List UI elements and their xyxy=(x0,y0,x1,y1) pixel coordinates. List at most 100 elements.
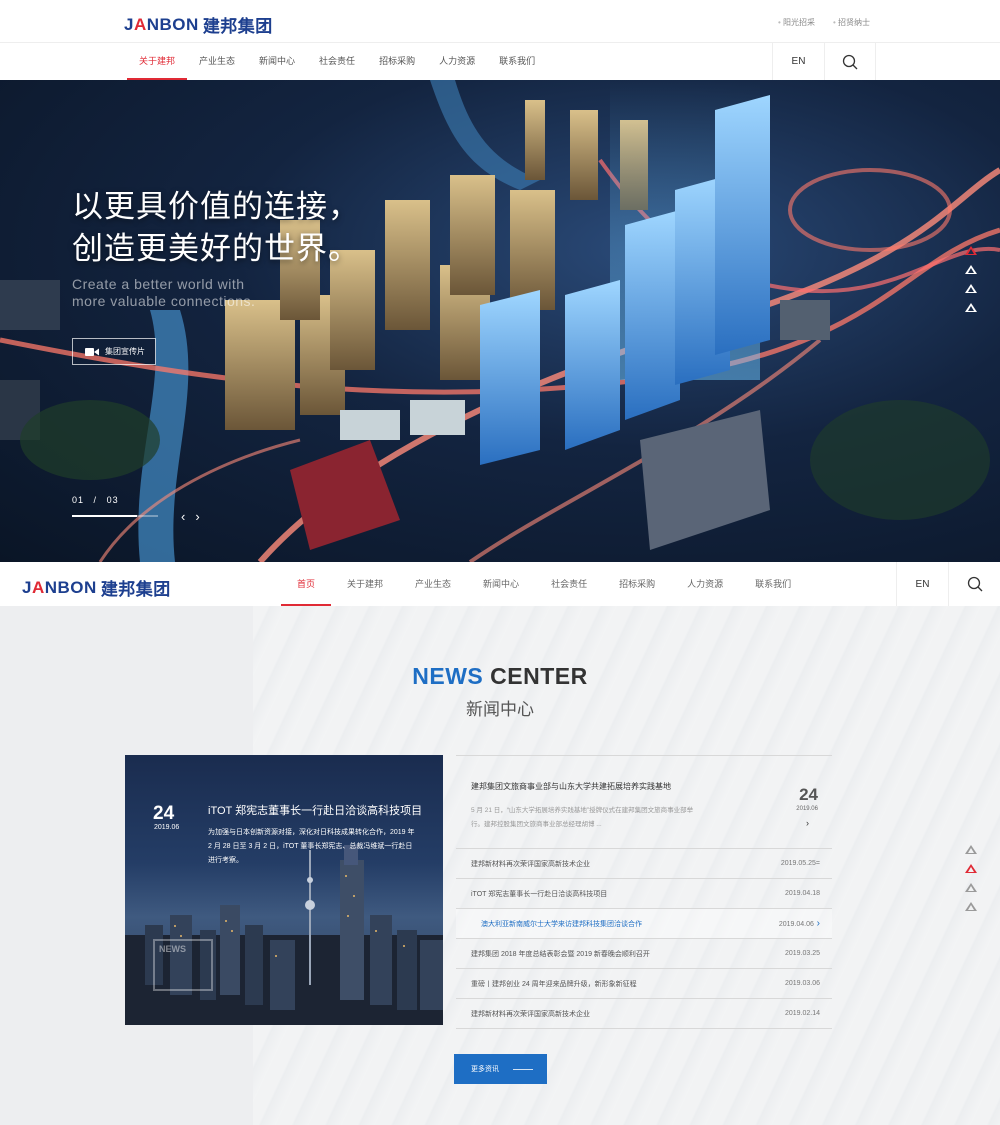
search-button-2[interactable] xyxy=(948,562,1000,606)
nav2-item-about[interactable]: 关于建邦 xyxy=(331,562,399,606)
nav-item-hr[interactable]: 人力资源 xyxy=(427,43,487,80)
nav2-item-industry[interactable]: 产业生态 xyxy=(399,562,467,606)
top-header: JANBON 建邦集团 阳光招采 招贤纳士 xyxy=(0,0,1000,43)
nav-item-tender[interactable]: 招标采购 xyxy=(367,43,427,80)
triangle-pager-icon[interactable] xyxy=(965,303,977,312)
news-list-item[interactable]: 建邦新材料再次荣评国家高新技术企业 2019.05.25= xyxy=(456,849,832,879)
news-item-date: 2019.04.06 xyxy=(779,918,820,929)
hero-subtitle-line-2: more valuable connections. xyxy=(72,293,256,309)
main-nav-bar: 关于建邦 产业生态 新闻中心 社会责任 招标采购 人力资源 联系我们 EN xyxy=(0,43,1000,80)
sticky-nav-tools: EN xyxy=(896,562,1000,606)
top-news-month: 2019.06 xyxy=(796,806,818,812)
hero-title-line-1: 以更具价值的连接， xyxy=(72,189,360,224)
triangle-pager-icon[interactable] xyxy=(965,845,977,854)
news-rows: 建邦新材料再次荣评国家高新技术企业 2019.05.25= iTOT 郑宪志董事长一… xyxy=(456,849,832,1029)
nav2-item-tender[interactable]: 招标采购 xyxy=(603,562,671,606)
news-list-item[interactable]: 重磅丨建邦创业 24 周年迎来品牌升级，新形象新征程 2019.03.06 xyxy=(456,969,832,999)
news-list-item[interactable]: 建邦集团 2018 年度总结表彰会暨 2019 新春晚会顺利召开 2019.03.… xyxy=(456,939,832,969)
sticky-header: JANBON 建邦集团 首页 关于建邦 产业生态 新闻中心 社会责任 招标采购 … xyxy=(0,562,1000,606)
news-section-pager xyxy=(965,845,977,911)
triangle-pager-icon[interactable] xyxy=(965,864,977,873)
slide-progress-fill xyxy=(72,515,137,517)
search-button[interactable] xyxy=(824,43,876,80)
triangle-pager-icon[interactable] xyxy=(965,902,977,911)
main-nav: 关于建邦 产业生态 新闻中心 社会责任 招标采购 人力资源 联系我们 xyxy=(127,43,547,80)
promo-video-label: 集团宣传片 xyxy=(105,347,145,356)
brand-logo-2[interactable]: JANBON 建邦集团 xyxy=(22,575,171,600)
hero-title: 以更具价值的连接， 创造更美好的世界。 xyxy=(72,186,360,270)
top-news-description: 5 月 21 日，“山东大学拓展培养实践基地”授牌仪式在建邦集团文旅商事业部举行… xyxy=(471,807,694,828)
hero-cityscape-image xyxy=(0,80,1000,562)
news-item-title[interactable]: iTOT 郑宪志董事长一行赴日洽谈高科技项目 xyxy=(471,889,607,899)
sticky-nav: 首页 关于建邦 产业生态 新闻中心 社会责任 招标采购 人力资源 联系我们 xyxy=(281,562,807,606)
news-item-date: 2019.03.06 xyxy=(784,980,820,987)
news-list: 建邦集团文旅商事业部与山东大学共建拓展培养实践基地 5 月 21 日，“山东大学… xyxy=(456,755,832,1029)
chevron-right-icon[interactable]: › xyxy=(806,818,809,828)
slide-separator: / xyxy=(93,495,98,505)
search-icon xyxy=(967,576,982,592)
news-badge-icon: NEWS xyxy=(153,939,213,991)
featured-news-month: 2019.06 xyxy=(154,824,180,831)
slide-total: 03 xyxy=(106,495,119,505)
slide-current: 01 xyxy=(72,495,85,505)
nav-item-about[interactable]: 关于建邦 xyxy=(127,43,188,80)
language-switch[interactable]: EN xyxy=(772,43,824,80)
nav-item-industry[interactable]: 产业生态 xyxy=(187,43,247,80)
news-list-item[interactable]: 澳大利亚新南威尔士大学来访建邦科技集团洽谈合作 2019.04.06 xyxy=(456,909,832,939)
utility-links: 阳光招采 招贤纳士 xyxy=(778,17,870,28)
triangle-pager-icon[interactable] xyxy=(965,284,977,293)
nav-tools: EN xyxy=(772,43,876,80)
hero-subtitle-line-1: Create a better world with xyxy=(72,276,245,292)
more-news-label: 更多资讯 xyxy=(471,1066,499,1073)
video-camera-icon xyxy=(85,347,99,356)
hero-subtitle: Create a better world with more valuable… xyxy=(72,276,255,310)
nav2-item-home[interactable]: 首页 xyxy=(281,562,332,606)
hero-title-line-2: 创造更美好的世界。 xyxy=(72,231,360,266)
triangle-pager-icon[interactable] xyxy=(965,246,977,255)
arrow-line-icon xyxy=(513,1068,533,1070)
language-switch-2[interactable]: EN xyxy=(896,562,948,606)
nav-item-contact[interactable]: 联系我们 xyxy=(487,43,547,80)
news-list-item[interactable]: iTOT 郑宪志董事长一行赴日洽谈高科技项目 2019.04.18 xyxy=(456,879,832,909)
news-item-date: 2019.05.25= xyxy=(780,860,820,867)
news-item-title[interactable]: 建邦集团 2018 年度总结表彰会暨 2019 新春晚会顺利召开 xyxy=(471,949,650,959)
triangle-pager-icon[interactable] xyxy=(965,265,977,274)
util-link-careers[interactable]: 招贤纳士 xyxy=(833,17,870,28)
news-item-title[interactable]: 澳大利亚新南威尔士大学来访建邦科技集团洽谈合作 xyxy=(471,919,642,929)
hero-section-pager xyxy=(965,246,977,312)
nav2-item-csr[interactable]: 社会责任 xyxy=(535,562,603,606)
nav2-item-hr[interactable]: 人力资源 xyxy=(671,562,739,606)
top-news-title[interactable]: 建邦集团文旅商事业部与山东大学共建拓展培养实践基地 xyxy=(471,781,671,792)
news-item-title[interactable]: 建邦新材料再次荣评国家高新技术企业 xyxy=(471,859,590,869)
slide-counter: 01 / 03 xyxy=(72,495,119,505)
featured-news-title[interactable]: iTOT 郑宪志董事长一行赴日洽谈高科技项目 xyxy=(208,802,422,818)
prev-slide-button[interactable]: ‹ xyxy=(181,509,185,524)
news-item-title[interactable]: 重磅丨建邦创业 24 周年迎来品牌升级，新形象新征程 xyxy=(471,979,637,989)
nav-item-csr[interactable]: 社会责任 xyxy=(307,43,367,80)
news-heading: NEWS CENTER xyxy=(0,663,1000,690)
news-item-date: 2019.02.14 xyxy=(784,1010,820,1017)
featured-news-description: 为加强与日本创新资源对接，深化对日科技成果转化合作，2019 年 2 月 28 … xyxy=(208,829,415,864)
nav2-item-contact[interactable]: 联系我们 xyxy=(739,562,807,606)
news-center-section: NEWS CENTER 新闻中心 24 2019.06 iTOT 郑宪志董事长一… xyxy=(0,606,1000,1125)
top-news-item[interactable]: 建邦集团文旅商事业部与山东大学共建拓展培养实践基地 5 月 21 日，“山东大学… xyxy=(456,755,832,849)
featured-news-day: 24 xyxy=(153,803,175,824)
top-news-day: 24 xyxy=(799,785,818,804)
news-list-item[interactable]: 建邦新材料再次荣评国家高新技术企业 2019.02.14 xyxy=(456,999,832,1029)
promo-video-button[interactable]: 集团宣传片 xyxy=(72,338,156,365)
slide-progress-bar xyxy=(72,515,158,517)
nav2-item-news[interactable]: 新闻中心 xyxy=(467,562,535,606)
news-heading-colored: NEWS xyxy=(412,663,484,689)
brand-logo[interactable]: JANBON 建邦集团 xyxy=(124,12,273,37)
slide-arrows: ‹ › xyxy=(181,509,200,524)
triangle-pager-icon[interactable] xyxy=(965,883,977,892)
util-link-procurement[interactable]: 阳光招采 xyxy=(778,17,815,28)
news-item-title[interactable]: 建邦新材料再次荣评国家高新技术企业 xyxy=(471,1009,590,1019)
next-slide-button[interactable]: › xyxy=(195,509,199,524)
more-news-button[interactable]: 更多资讯 xyxy=(454,1054,547,1084)
hero-banner: 以更具价值的连接， 创造更美好的世界。 Create a better worl… xyxy=(0,80,1000,562)
featured-news-card[interactable]: 24 2019.06 iTOT 郑宪志董事长一行赴日洽谈高科技项目 为加强与日本… xyxy=(125,755,443,1025)
nav-item-news[interactable]: 新闻中心 xyxy=(247,43,307,80)
news-subheading: 新闻中心 xyxy=(466,700,534,719)
news-item-date: 2019.03.25 xyxy=(784,950,820,957)
